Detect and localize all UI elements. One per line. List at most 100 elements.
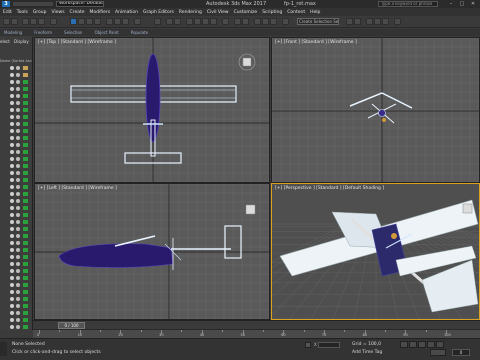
tree-row[interactable] [0,226,32,233]
freeze-icon[interactable] [16,213,20,217]
schematic-view-icon[interactable] [346,18,353,25]
viewport-label-perspective[interactable]: [+] [Perspective ] [Standard ] [Default … [275,186,384,191]
freeze-icon[interactable] [16,255,20,259]
snaps-toggle-icon[interactable] [186,18,193,25]
move-icon[interactable] [106,18,113,25]
viewport-top[interactable]: [+] [Top ] [Standard ] [Wireframe ] [34,37,270,183]
freeze-icon[interactable] [16,248,20,252]
menu-item-modifiers[interactable]: Modifiers [90,10,111,15]
visibility-icon[interactable] [10,304,14,308]
tab-freeform[interactable]: Freeform [34,30,52,35]
rotate-icon[interactable] [114,18,121,25]
freeze-icon[interactable] [16,136,20,140]
tree-row[interactable] [0,219,32,226]
play-icon[interactable] [418,341,426,348]
visibility-icon[interactable] [10,66,14,70]
workspace-dropdown[interactable]: Workspace: Default [56,1,104,7]
visibility-icon[interactable] [10,150,14,154]
freeze-icon[interactable] [16,234,20,238]
render-iterative-icon[interactable] [394,18,401,25]
tree-row[interactable] [0,170,32,177]
select-manipulate-icon[interactable] [166,18,173,25]
ribbon-toggle-icon[interactable] [270,18,277,25]
visibility-icon[interactable] [10,108,14,112]
viewport-front[interactable]: [+] [Front ] [Standard ] [Wireframe ] [271,37,480,183]
align-icon[interactable] [242,18,249,25]
menu-item-edit[interactable]: Edit [3,10,12,15]
visibility-icon[interactable] [10,234,14,238]
freeze-icon[interactable] [16,283,20,287]
freeze-icon[interactable] [16,199,20,203]
selection-set-dropdown[interactable]: Create Selection Se [297,18,339,25]
visibility-icon[interactable] [10,318,14,322]
tree-row[interactable] [0,254,32,261]
rectangular-selection-icon[interactable] [86,18,93,25]
visibility-icon[interactable] [10,241,14,245]
viewport-label-front[interactable]: [+] [Front ] [Standard ] [Wireframe ] [275,40,357,45]
percent-snap-icon[interactable] [202,18,209,25]
tree-row[interactable] [0,135,32,142]
link-icon[interactable] [22,18,29,25]
menu-item-customize[interactable]: Customize [234,10,258,15]
freeze-icon[interactable] [16,94,20,98]
tree-row[interactable] [0,72,32,79]
select-object-icon[interactable] [70,18,77,25]
visibility-icon[interactable] [10,269,14,273]
window-crossing-icon[interactable] [94,18,101,25]
visibility-icon[interactable] [10,220,14,224]
menu-item-content[interactable]: Content [287,10,305,15]
tree-row[interactable] [0,149,32,156]
tree-row[interactable] [0,163,32,170]
track-bar[interactable]: 0 10 20 30 40 50 60 70 80 90 100 [33,329,480,338]
tab-object-paint[interactable]: Object Paint [94,30,118,35]
tab-populate[interactable]: Populate [131,30,148,35]
visibility-icon[interactable] [10,213,14,217]
explorer-tree[interactable] [0,59,32,329]
freeze-icon[interactable] [16,115,20,119]
tree-row[interactable] [0,303,32,310]
tab-display[interactable]: Display [14,39,29,44]
tree-row[interactable] [0,114,32,121]
render-production-icon[interactable] [382,18,389,25]
tree-row[interactable] [0,79,32,86]
time-slider[interactable]: 0 / 100 [33,320,480,329]
freeze-icon[interactable] [16,206,20,210]
quick-access-toolbar[interactable] [13,2,53,6]
visibility-icon[interactable] [10,283,14,287]
pivot-center-icon[interactable] [154,18,161,25]
freeze-icon[interactable] [16,227,20,231]
freeze-icon[interactable] [16,276,20,280]
freeze-icon[interactable] [16,157,20,161]
select-by-name-icon[interactable] [78,18,85,25]
tree-row[interactable] [0,177,32,184]
tree-row[interactable] [0,268,32,275]
tree-row[interactable] [0,121,32,128]
visibility-icon[interactable] [10,122,14,126]
visibility-icon[interactable] [10,115,14,119]
isolate-selection-icon[interactable] [305,342,311,348]
tab-select[interactable]: elect [0,39,10,44]
freeze-icon[interactable] [16,192,20,196]
menu-item-scripting[interactable]: Scripting [262,10,282,15]
tree-row[interactable] [0,317,32,324]
viewport-perspective[interactable]: [+] [Perspective ] [Standard ] [Default … [271,183,480,320]
freeze-icon[interactable] [16,73,20,77]
tree-row[interactable] [0,247,32,254]
freeze-icon[interactable] [16,185,20,189]
freeze-icon[interactable] [16,164,20,168]
tree-row[interactable] [0,205,32,212]
viewport-label-top[interactable]: [+] [Top ] [Standard ] [Wireframe ] [38,40,116,45]
tree-row[interactable] [0,107,32,114]
tree-row[interactable] [0,65,32,72]
visibility-icon[interactable] [10,87,14,91]
freeze-icon[interactable] [16,318,20,322]
viewport-left[interactable]: [+] [Left ] [Standard ] [Wireframe ] [34,183,270,320]
auto-key-button[interactable] [430,349,446,356]
visibility-icon[interactable] [10,311,14,315]
maximize-button[interactable]: □ [457,1,467,7]
menu-item-civil-view[interactable]: Civil View [207,10,229,15]
maxscript-listener[interactable] [0,342,7,356]
tree-row[interactable] [0,93,32,100]
tree-row[interactable] [0,233,32,240]
visibility-icon[interactable] [10,171,14,175]
